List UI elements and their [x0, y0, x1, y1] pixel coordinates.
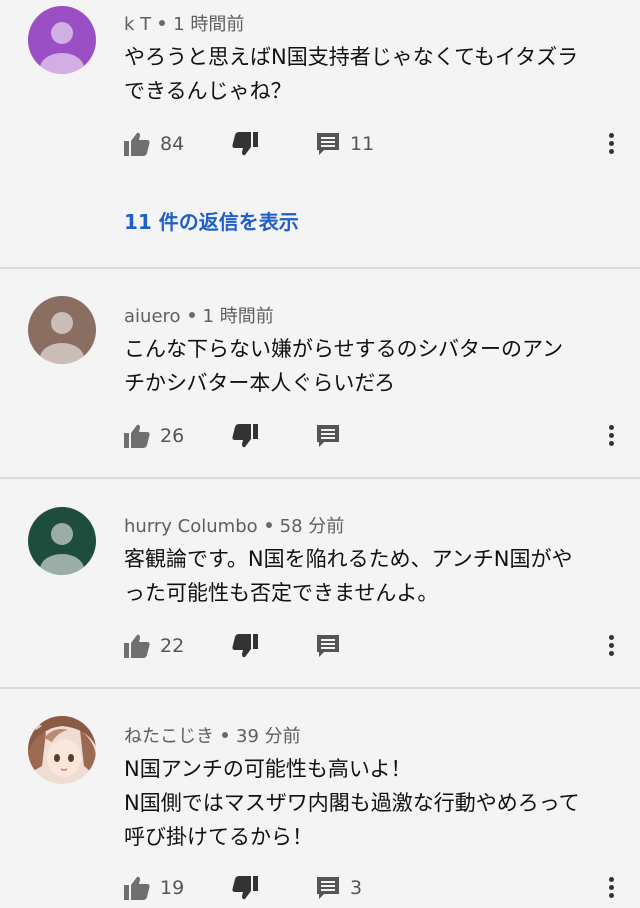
- show-replies-link[interactable]: 11 件の返信を表示: [124, 206, 299, 235]
- like-count: 84: [160, 133, 185, 155]
- comment-icon: [317, 425, 339, 447]
- avatar[interactable]: [28, 716, 96, 784]
- comment-text: やろうと思えばN国支持者じゃなくてもイタズラ できるんじゃね？: [124, 45, 579, 103]
- comment-actions: 22: [0, 626, 640, 666]
- comment-icon: [317, 133, 339, 155]
- timestamp: 39 分前: [236, 726, 301, 747]
- more-vert-icon[interactable]: [606, 632, 616, 660]
- reply-button[interactable]: 11: [316, 124, 374, 164]
- thumb-up-icon: [124, 132, 150, 156]
- thumb-up-icon: [124, 424, 150, 448]
- author-name[interactable]: k T: [124, 14, 151, 35]
- dislike-button[interactable]: [232, 626, 258, 666]
- reply-button[interactable]: 3: [316, 868, 362, 908]
- comment-icon: [317, 877, 339, 899]
- like-button[interactable]: 84: [124, 124, 184, 164]
- comment-actions: 19 3: [0, 868, 640, 908]
- author-name[interactable]: aiuero: [124, 306, 181, 327]
- comment-meta: k T 1 時間前: [124, 10, 244, 36]
- author-name[interactable]: ねたこじき: [124, 726, 214, 747]
- thumb-down-icon: [232, 876, 258, 900]
- dislike-button[interactable]: [232, 868, 258, 908]
- comment-meta: hurry Columbo 58 分前: [124, 512, 344, 538]
- thumb-down-icon: [232, 132, 258, 156]
- comment-text: N国アンチの可能性も高いよ！ N国側ではマスザワ内閣も過激な行動やめろって 呼び…: [124, 757, 580, 849]
- reply-count: 3: [350, 877, 363, 899]
- like-button[interactable]: 19: [124, 868, 184, 908]
- like-count: 26: [160, 425, 185, 447]
- avatar[interactable]: [28, 6, 96, 74]
- like-button[interactable]: 22: [124, 626, 184, 666]
- comment-text: 客観論です。N国を陥れるため、アンチN国がや った可能性も否定できませんよ。: [124, 547, 573, 605]
- avatar[interactable]: [28, 507, 96, 575]
- comment-icon: [317, 635, 339, 657]
- timestamp: 1 時間前: [173, 14, 245, 35]
- avatar[interactable]: [28, 296, 96, 364]
- comment-actions: 26: [0, 416, 640, 456]
- comment-text: こんな下らない嫌がらせするのシバターのアン チかシバター本人ぐらいだろ: [124, 337, 564, 395]
- timestamp: 1 時間前: [202, 306, 274, 327]
- thumb-up-icon: [124, 876, 150, 900]
- thumb-down-icon: [232, 634, 258, 658]
- comment-actions: 84 11: [0, 124, 640, 164]
- divider: [0, 267, 640, 269]
- reply-button[interactable]: [316, 626, 340, 666]
- dislike-button[interactable]: [232, 416, 258, 456]
- reply-button[interactable]: [316, 416, 340, 456]
- more-vert-icon[interactable]: [606, 422, 616, 450]
- dislike-button[interactable]: [232, 124, 258, 164]
- like-count: 19: [160, 877, 185, 899]
- comment-meta: ねたこじき 39 分前: [124, 722, 301, 748]
- author-name[interactable]: hurry Columbo: [124, 516, 258, 537]
- more-vert-icon[interactable]: [606, 130, 616, 158]
- reply-count: 11: [350, 133, 375, 155]
- timestamp: 58 分前: [279, 516, 345, 537]
- thumb-up-icon: [124, 634, 150, 658]
- thumb-down-icon: [232, 424, 258, 448]
- like-button[interactable]: 26: [124, 416, 184, 456]
- more-vert-icon[interactable]: [606, 874, 616, 902]
- comment-meta: aiuero 1 時間前: [124, 302, 274, 328]
- divider: [0, 477, 640, 479]
- divider: [0, 687, 640, 689]
- like-count: 22: [160, 635, 185, 657]
